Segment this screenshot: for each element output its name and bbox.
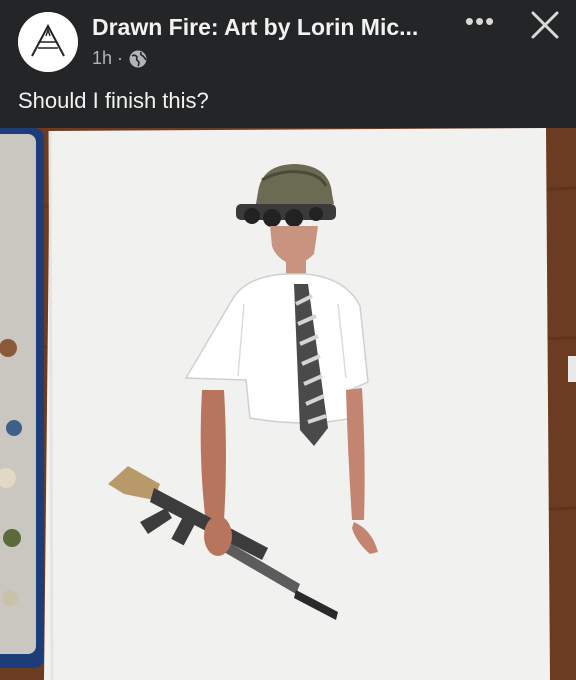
post-meta: 1h · xyxy=(92,48,148,69)
post-caption: Should I finish this? xyxy=(18,88,209,113)
post-time[interactable]: 1h xyxy=(92,48,112,69)
globe-icon xyxy=(129,50,147,67)
close-icon[interactable] xyxy=(528,8,562,42)
post-header: Drawn Fire: Art by Lorin Mic... 1h · •••… xyxy=(0,0,576,128)
artwork-image xyxy=(0,128,576,680)
page-name-link[interactable]: Drawn Fire: Art by Lorin Mic... xyxy=(92,14,447,41)
page-logo xyxy=(18,12,78,72)
meta-separator: · xyxy=(117,48,124,68)
paint-palette xyxy=(0,128,44,668)
more-options-button[interactable]: ••• xyxy=(462,8,498,38)
post-photo[interactable] xyxy=(0,128,576,680)
page-avatar[interactable] xyxy=(18,12,78,72)
